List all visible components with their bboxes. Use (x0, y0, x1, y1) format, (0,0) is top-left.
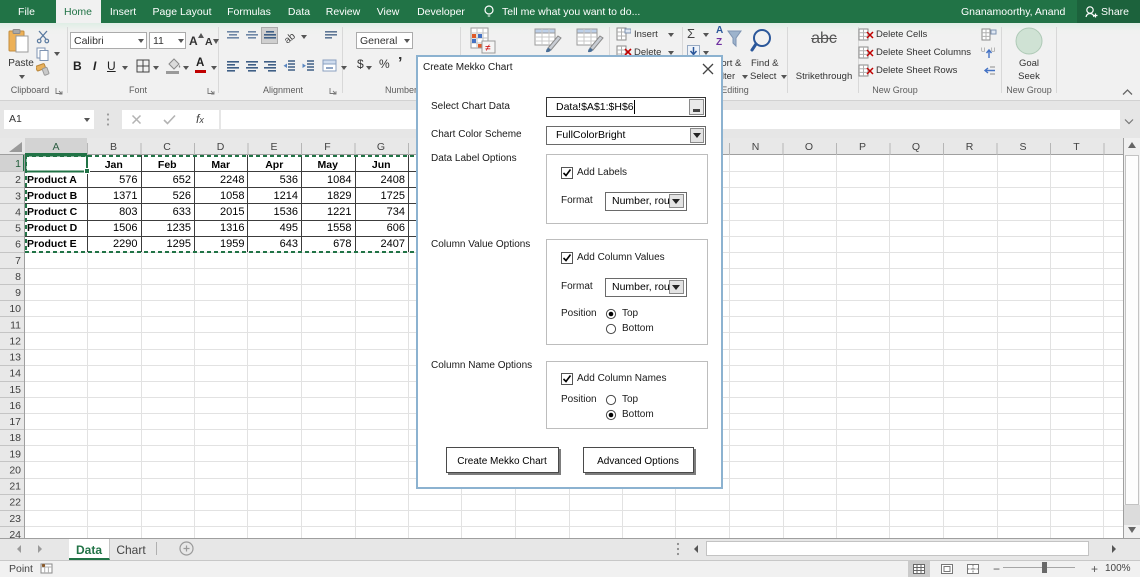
svg-text:20: 20 (9, 465, 21, 477)
svg-text:1: 1 (15, 158, 21, 170)
svg-text:8: 8 (15, 271, 21, 283)
svg-text:2: 2 (15, 174, 21, 186)
svg-text:≠: ≠ (485, 43, 491, 54)
svg-text:14: 14 (9, 368, 21, 380)
svg-text:15: 15 (9, 384, 21, 396)
svg-text:3: 3 (15, 190, 21, 202)
svg-text:24: 24 (9, 529, 21, 538)
svg-text:18: 18 (9, 432, 21, 444)
svg-text:9: 9 (15, 287, 21, 299)
svg-text:4: 4 (15, 206, 21, 218)
svg-text:10: 10 (9, 303, 21, 315)
svg-text:13: 13 (9, 352, 21, 364)
svg-text:5: 5 (15, 223, 21, 235)
svg-text:16: 16 (9, 400, 21, 412)
svg-text:11: 11 (10, 319, 21, 331)
svg-text:U: U (981, 48, 985, 54)
svg-text:23: 23 (9, 513, 21, 525)
svg-text:17: 17 (9, 416, 21, 428)
svg-text:22: 22 (9, 497, 21, 509)
svg-text:19: 19 (9, 448, 21, 460)
svg-text:12: 12 (9, 335, 21, 347)
svg-text:7: 7 (15, 255, 21, 267)
svg-text:ab: ab (284, 31, 298, 43)
svg-text:21: 21 (9, 481, 21, 493)
svg-text:U: U (991, 48, 995, 54)
svg-text:6: 6 (15, 239, 21, 251)
